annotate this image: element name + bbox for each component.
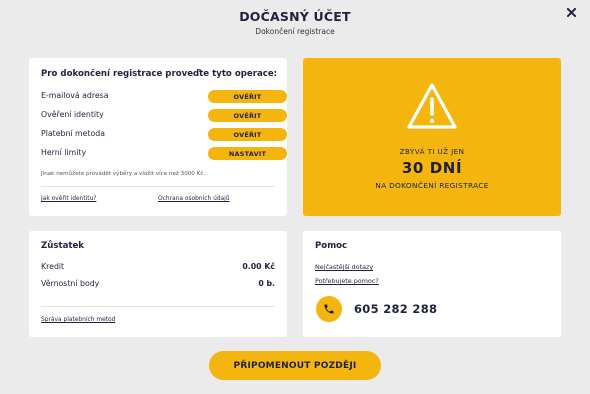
help-card: Pomoc Nejčastější dotazy Potřebujete pom…	[303, 231, 561, 337]
close-icon	[566, 7, 576, 17]
verify-identity-button[interactable]: OVĚŘIT	[208, 109, 287, 122]
loyalty-value: 0 b.	[258, 279, 275, 288]
payment-methods-link[interactable]: Správa platebních metod	[41, 317, 115, 323]
verify-payment-button[interactable]: OVĚŘIT	[208, 128, 287, 141]
divider	[41, 306, 275, 307]
step-label: E-mailová adresa	[41, 91, 109, 100]
step-label: Ověření identity	[41, 110, 104, 119]
remind-later-button[interactable]: PŘIPOMENOUT POZDĚJI	[209, 351, 381, 380]
warning-icon	[407, 83, 457, 129]
faq-link[interactable]: Nejčastější dotazy	[315, 263, 373, 271]
help-heading: Pomoc	[315, 241, 348, 251]
set-limits-button[interactable]: NASTAVIT	[208, 147, 287, 160]
modal-header: DOČASNÝ ÚČET Dokončení registrace	[0, 0, 590, 50]
credit-label: Kredit	[41, 262, 65, 271]
steps-heading: Pro dokončení registrace proveďte tyto o…	[41, 69, 278, 79]
privacy-link[interactable]: Ochrana osobních údajů	[158, 196, 230, 202]
close-button[interactable]	[563, 4, 579, 20]
loyalty-label: Věrnostní body	[41, 279, 100, 288]
balance-card: Zůstatek Kredit 0.00 Kč Věrnostní body 0…	[29, 231, 287, 337]
modal-title: DOČASNÝ ÚČET	[239, 9, 351, 24]
steps-note: Jinak nemůžete provádět výběry a vložit …	[41, 171, 206, 177]
registration-steps-card: Pro dokončení registrace proveďte tyto o…	[29, 58, 287, 216]
remaining-text: ZBÝVÁ TI UŽ JEN	[399, 147, 465, 156]
identity-help-link[interactable]: Jak ověřit identitu?	[41, 196, 96, 202]
modal-subtitle: Dokončení registrace	[255, 27, 335, 36]
phone-button[interactable]	[316, 296, 342, 322]
phone-icon	[324, 304, 334, 314]
step-row-limits: Herní limity NASTAVIT	[41, 147, 287, 160]
credit-value: 0.00 Kč	[242, 262, 275, 271]
need-help-link[interactable]: Potřebujete pomoc?	[315, 277, 379, 285]
step-row-identity: Ověření identity OVĚŘIT	[41, 109, 287, 122]
divider	[41, 186, 275, 187]
completion-text: NA DOKONČENÍ REGISTRACE	[375, 181, 489, 190]
step-label: Platební metoda	[41, 129, 105, 138]
step-row-email: E-mailová adresa OVĚŘIT	[41, 90, 287, 103]
step-row-payment: Platební metoda OVĚŘIT	[41, 128, 287, 141]
countdown-card: ZBÝVÁ TI UŽ JEN 30 DNÍ NA DOKONČENÍ REGI…	[303, 58, 561, 216]
verify-email-button[interactable]: OVĚŘIT	[208, 90, 287, 103]
phone-number[interactable]: 605 282 288	[354, 302, 437, 316]
balance-heading: Zůstatek	[41, 241, 85, 251]
days-remaining: 30 DNÍ	[401, 159, 463, 177]
step-label: Herní limity	[41, 148, 87, 157]
